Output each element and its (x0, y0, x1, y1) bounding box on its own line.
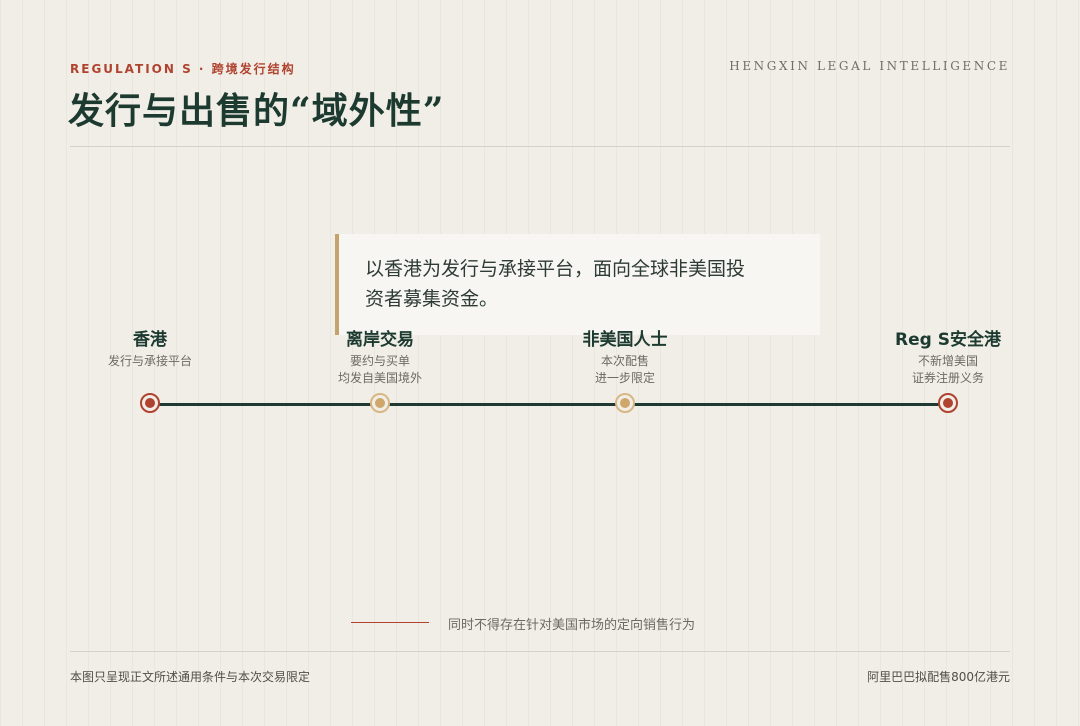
timeline-node-desc-line: 进一步限定 (594, 371, 655, 385)
timeline-marker-red (140, 393, 160, 413)
timeline-node-desc-line: 证券注册义务 (911, 371, 984, 385)
timeline-marker-gold (370, 393, 390, 413)
footer-deal: 阿里巴巴拟配售800亿港元 (867, 670, 1010, 684)
note-text: 同时不得存在针对美国市场的定向销售行为 (448, 618, 696, 633)
timeline-node-desc-line: 本次配售 (600, 354, 649, 368)
timeline-node-title: 离岸交易 (346, 330, 414, 350)
footer-note: 本图只呈现正文所述通用条件与本次交易限定 (70, 670, 311, 684)
timeline-marker-gold (615, 393, 635, 413)
timeline-node-desc: 要约与买单 均发自美国境外 (280, 353, 480, 387)
timeline-node-desc: 本次配售 进一步限定 (525, 353, 725, 387)
timeline-node-title: 香港 (133, 330, 167, 350)
page-title: 发行与出售的“域外性” (68, 90, 445, 132)
note-accent-line (351, 622, 429, 623)
timeline-node-desc-line: 均发自美国境外 (337, 371, 422, 385)
timeline-node-desc-line: 不新增美国 (917, 354, 978, 368)
timeline-node-desc-line: 发行与承接平台 (107, 354, 192, 368)
quote-line-2: 资者募集资金。 (365, 288, 499, 310)
timeline-node-desc: 发行与承接平台 (50, 353, 250, 370)
timeline-node-title: 非美国人士 (582, 330, 668, 350)
header-divider (70, 146, 1010, 147)
timeline-node-desc-line: 要约与买单 (349, 354, 410, 368)
timeline-line (150, 403, 948, 406)
timeline-node-desc: 不新增美国 证券注册义务 (848, 353, 1048, 387)
section-kicker: REGULATION S · 跨境发行结构 (70, 62, 296, 76)
timeline-node-title: Reg S安全港 (895, 330, 1001, 350)
brand-name: HENGXIN LEGAL INTELLIGENCE (729, 59, 1010, 73)
quote-line-1: 以香港为发行与承接平台，面向全球非美国投 (365, 258, 746, 280)
quote-callout: 以香港为发行与承接平台，面向全球非美国投 资者募集资金。 (335, 234, 820, 335)
footer-divider (70, 651, 1010, 652)
timeline-marker-red (938, 393, 958, 413)
